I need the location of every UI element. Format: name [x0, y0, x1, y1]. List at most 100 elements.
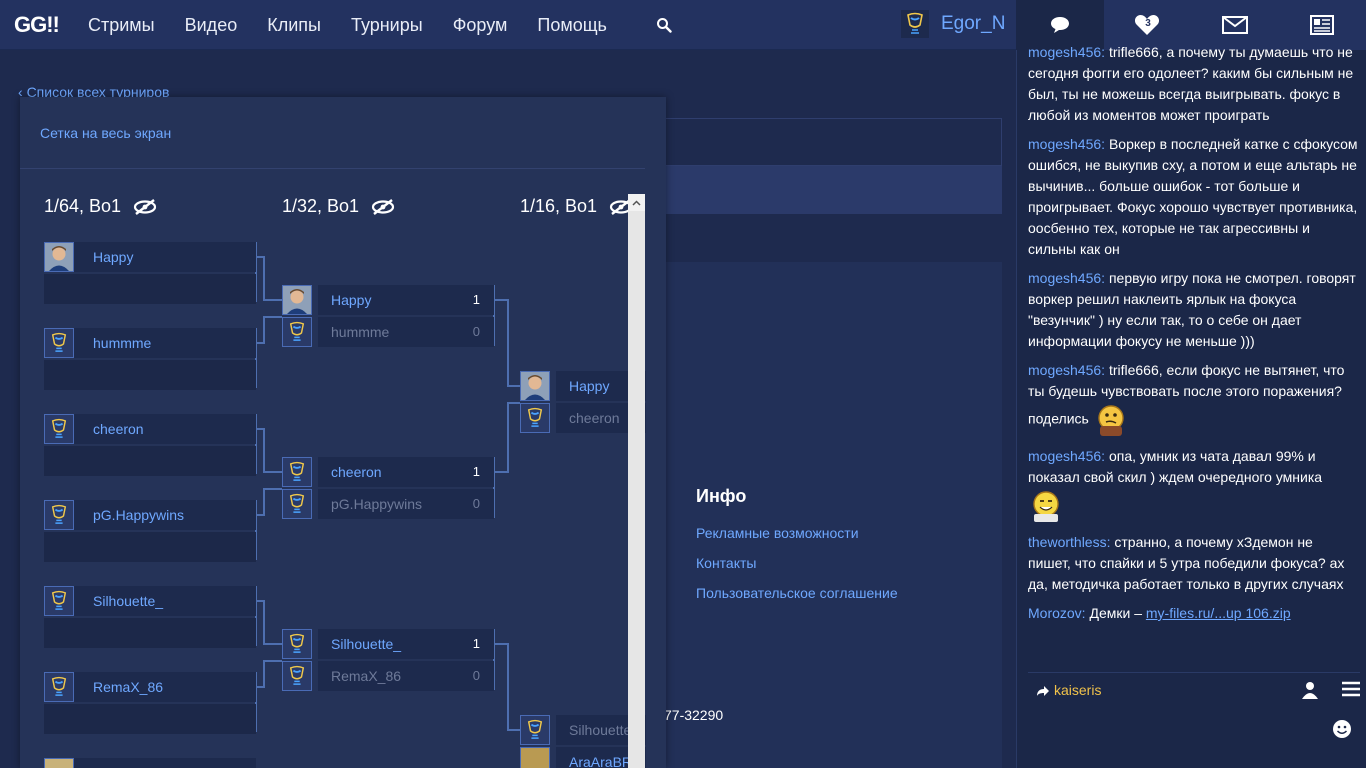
match-row-loser[interactable]: RemaX_86 0: [318, 661, 494, 691]
player-name: RemaX_86: [93, 679, 164, 695]
chat-message: Morozov: Демки – my-files.ru/...up 106.z…: [1028, 603, 1358, 624]
match-row-winner[interactable]: cheeron 1: [318, 457, 494, 487]
smiley-icon[interactable]: [1332, 719, 1352, 739]
site-logo[interactable]: GG!!: [14, 12, 60, 38]
message-text: Демки –: [1085, 605, 1146, 621]
tournament-tabs-box: [620, 166, 1002, 214]
contacts-link[interactable]: Контакты: [696, 555, 756, 571]
bracket-slot-empty: [44, 446, 256, 476]
player-name: hummme: [331, 324, 390, 340]
envelope-icon: [1221, 16, 1248, 34]
bracket-slot[interactable]: RemaX_86: [44, 672, 256, 702]
player-name: Happy: [93, 249, 134, 265]
player-name: cheeron: [331, 464, 382, 480]
search-icon[interactable]: [656, 17, 672, 33]
chat-messages: mogesh456: trifle666, а почему ты думаеш…: [1028, 42, 1358, 632]
message-link[interactable]: my-files.ru/...up 106.zip: [1146, 605, 1291, 621]
message-author[interactable]: mogesh456:: [1028, 362, 1105, 378]
player-name: Happy: [569, 378, 610, 394]
default-avatar-icon: [44, 328, 74, 358]
round-title-32: 1/32, Bo1: [282, 196, 395, 217]
bracket-slot-empty: [44, 274, 256, 304]
user-icon[interactable]: [1302, 681, 1318, 699]
user-menu[interactable]: Egor_N: [901, 10, 1005, 38]
chat-message: theworthless: странно, а почему хЗдемон …: [1028, 532, 1358, 595]
bracket-slot-empty: [44, 618, 256, 648]
nav-videos[interactable]: Видео: [185, 15, 238, 36]
footer-panel: [620, 262, 1002, 768]
bracket-slot-empty: [44, 360, 256, 390]
chat-footer-icons: [1302, 681, 1360, 699]
chat-message: mogesh456: опа, умник из чата давал 99% …: [1028, 446, 1358, 524]
message-author[interactable]: mogesh456:: [1028, 448, 1105, 464]
share-arrow-icon: [1037, 686, 1049, 696]
chat-panel: mogesh456: trifle666, а почему ты думаеш…: [1016, 44, 1366, 768]
default-avatar-icon: [282, 489, 312, 519]
player-name: pG.Happywins: [93, 507, 185, 523]
chat-footer: kaiseris: [1028, 672, 1360, 708]
nav-streams[interactable]: Стримы: [88, 15, 155, 36]
message-author[interactable]: mogesh456:: [1028, 44, 1105, 60]
advertising-link[interactable]: Рекламные возможности: [696, 525, 859, 541]
main-nav: Стримы Видео Клипы Турниры Форум Помощь: [88, 0, 637, 50]
scroll-up-button[interactable]: [628, 194, 645, 211]
bracket-slot[interactable]: Silhouette_: [44, 586, 256, 616]
bracket-slot[interactable]: [44, 758, 256, 768]
message-author[interactable]: mogesh456:: [1028, 136, 1105, 152]
bracket-scrollbar[interactable]: [628, 194, 645, 768]
nav-tournaments[interactable]: Турниры: [351, 15, 423, 36]
default-avatar-icon: [44, 586, 74, 616]
default-avatar-icon: [44, 672, 74, 702]
bracket-slot-empty: [44, 532, 256, 562]
phone-number: 77-32290: [664, 707, 724, 723]
chat-bubble-icon: [1050, 17, 1069, 33]
player-score: 0: [472, 496, 480, 511]
nav-help[interactable]: Помощь: [537, 15, 607, 36]
player-name: AraAraBR: [569, 754, 633, 768]
match-row-winner[interactable]: Silhouette_ 1: [318, 629, 494, 659]
match-row-winner[interactable]: Happy 1: [318, 285, 494, 315]
player-name: Silhouette_: [93, 593, 164, 609]
message-author[interactable]: mogesh456:: [1028, 270, 1105, 286]
news-icon: [1310, 15, 1335, 35]
bracket-overlay: Сетка на весь экран 1/64, Bo1 1/32, Bo1 …: [20, 97, 666, 768]
player-avatar: [44, 758, 74, 768]
menu-icon[interactable]: [1342, 681, 1360, 697]
default-avatar-icon: [44, 414, 74, 444]
player-name: Silhouette_: [331, 636, 402, 652]
user-agreement-link[interactable]: Пользовательское соглашение: [696, 585, 898, 601]
chevron-up-icon: [632, 199, 641, 206]
bracket-slot[interactable]: hummme: [44, 328, 256, 358]
tournament-header-box: [620, 118, 1002, 166]
player-name: RemaX_86: [331, 668, 402, 684]
match-row-loser[interactable]: pG.Happywins 0: [318, 489, 494, 519]
player-name: Silhouette: [569, 722, 632, 738]
eye-slash-icon[interactable]: [371, 198, 395, 215]
eye-slash-icon[interactable]: [133, 198, 157, 215]
default-avatar-icon: [282, 457, 312, 487]
round-title-16: 1/16, Bo1: [520, 196, 633, 217]
bracket-slot[interactable]: pG.Happywins: [44, 500, 256, 530]
info-title: Инфо: [696, 486, 747, 506]
message-author[interactable]: theworthless:: [1028, 534, 1110, 550]
match-row-loser[interactable]: hummme 0: [318, 317, 494, 347]
player-name: pG.Happywins: [331, 496, 423, 512]
default-avatar-icon: [282, 661, 312, 691]
player-score: 1: [472, 292, 480, 307]
bracket-slot[interactable]: cheeron: [44, 414, 256, 444]
favorites-count-badge: 3: [1145, 18, 1151, 29]
message-author[interactable]: Morozov:: [1028, 605, 1086, 621]
default-avatar-icon: [282, 317, 312, 347]
bracket-slot[interactable]: Happy: [44, 242, 256, 272]
thinking-emote-icon: [1098, 405, 1124, 436]
round-title-64: 1/64, Bo1: [44, 196, 157, 217]
smug-emote-icon: [1033, 491, 1059, 522]
share-user-name[interactable]: kaiseris: [1054, 682, 1101, 698]
top-navigation: GG!! Стримы Видео Клипы Турниры Форум По…: [0, 0, 1016, 50]
fullscreen-bracket-link[interactable]: Сетка на весь экран: [40, 125, 171, 141]
nav-forum[interactable]: Форум: [453, 15, 508, 36]
player-name: cheeron: [93, 421, 144, 437]
player-score: 1: [472, 636, 480, 651]
nav-clips[interactable]: Клипы: [267, 15, 321, 36]
player-avatar: [44, 242, 74, 272]
